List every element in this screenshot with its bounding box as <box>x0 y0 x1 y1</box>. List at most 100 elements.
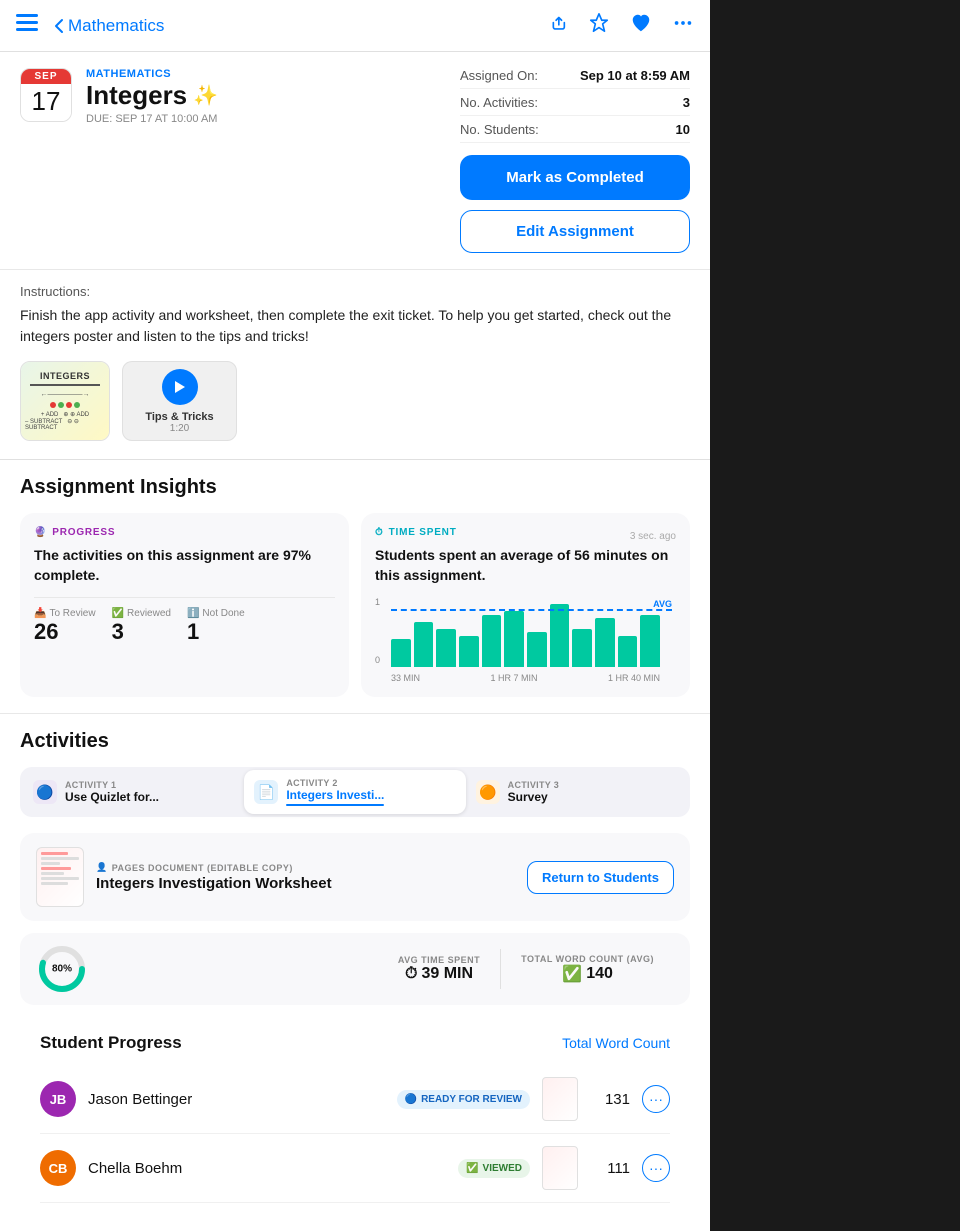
total-word-count-link[interactable]: Total Word Count <box>562 1035 670 1051</box>
assigned-on-label: Assigned On: <box>460 68 538 83</box>
student-name-chella: Chella Boehm <box>88 1160 446 1177</box>
activity-2-icon: 📄 <box>254 780 278 804</box>
time-ago: 3 sec. ago <box>630 531 676 542</box>
insights-grid: 🔮 PROGRESS The activities on this assign… <box>20 513 690 697</box>
edit-assignment-button[interactable]: Edit Assignment <box>460 210 690 253</box>
pin-icon[interactable] <box>588 12 610 39</box>
bar-5 <box>482 615 502 668</box>
activity-1-name: Use Quizlet for... <box>65 790 159 804</box>
activity-1-meta: ACTIVITY 1 Use Quizlet for... <box>65 780 159 804</box>
activities-value: 3 <box>683 95 690 110</box>
word-count-label: TOTAL WORD COUNT (AVG) <box>521 954 654 964</box>
activities-label: No. Activities: <box>460 95 538 110</box>
activity-2-meta: ACTIVITY 2 Integers Investi... <box>286 778 384 806</box>
assignment-title: Integers ✨ <box>86 80 440 111</box>
progress-stats-row: 📥 To Review 26 ✅ Reviewed 3 <box>34 597 335 645</box>
progress-main-text: The activities on this assignment are 97… <box>34 546 335 585</box>
status-icon-jason: 🔵 <box>405 1094 417 1105</box>
student-progress-title: Student Progress <box>40 1033 182 1053</box>
header-meta: MATHEMATICS Integers ✨ DUE: SEP 17 AT 10… <box>86 68 440 125</box>
activity-tab-1[interactable]: 🔵 ACTIVITY 1 Use Quizlet for... <box>23 770 244 814</box>
activity-3-number: ACTIVITY 3 <box>508 780 559 790</box>
word-count-stat: TOTAL WORD COUNT (AVG) ✅ 140 <box>501 954 674 984</box>
avg-time-value: ⏱ 39 MIN <box>405 965 473 983</box>
avg-time-label: AVG TIME SPENT <box>398 955 480 965</box>
student-doc-thumb-chella[interactable] <box>542 1146 578 1190</box>
cal-month: SEP <box>21 69 71 84</box>
to-review-stat: 📥 To Review 26 <box>34 608 96 645</box>
activities-row: No. Activities: 3 <box>460 95 690 116</box>
status-icon-chella: ✅ <box>466 1163 478 1174</box>
assigned-on-row: Assigned On: Sep 10 at 8:59 AM <box>460 68 690 89</box>
time-main-text: Students spent an average of 56 minutes … <box>375 546 676 585</box>
doc-thumbnail <box>36 847 84 907</box>
activity-3-name: Survey <box>508 790 559 804</box>
student-doc-thumb-jason[interactable] <box>542 1077 578 1121</box>
doc-info: 👤 PAGES DOCUMENT (EDITABLE COPY) Integer… <box>96 862 515 892</box>
axis-label-3: 1 HR 40 MIN <box>608 673 660 683</box>
bar-2 <box>414 622 434 668</box>
reviewed-value: 3 <box>112 619 171 645</box>
student-name-jason: Jason Bettinger <box>88 1091 385 1108</box>
sparkle-icon: ✨ <box>193 83 218 108</box>
play-button[interactable] <box>162 369 198 405</box>
activities-tabs: 🔵 ACTIVITY 1 Use Quizlet for... 📄 ACTIVI… <box>20 767 690 817</box>
activities-section: Activities 🔵 ACTIVITY 1 Use Quizlet for.… <box>0 713 710 1231</box>
bar-12 <box>640 615 660 668</box>
bar-8 <box>550 604 570 667</box>
bar-4 <box>459 636 479 668</box>
video-duration: 1:20 <box>170 423 189 434</box>
header-right: Assigned On: Sep 10 at 8:59 AM No. Activ… <box>460 68 690 253</box>
bar-7 <box>527 632 547 667</box>
time-label: ⏱ TIME SPENT <box>375 527 457 538</box>
avg-time-icon: ⏱ <box>405 965 417 983</box>
insights-title: Assignment Insights <box>20 476 690 499</box>
mark-complete-button[interactable]: Mark as Completed <box>460 155 690 200</box>
meta-info: Assigned On: Sep 10 at 8:59 AM No. Activ… <box>460 68 690 143</box>
activity-2-name: Integers Investi... <box>286 788 384 802</box>
doc-name: Integers Investigation Worksheet <box>96 875 515 892</box>
not-done-value: 1 <box>187 619 245 645</box>
students-value: 10 <box>676 122 690 137</box>
donut-section: 80% <box>36 943 378 995</box>
instructions-section: Instructions: Finish the app activity an… <box>0 270 710 347</box>
axis-label-1: 33 MIN <box>391 673 420 683</box>
time-card-header: ⏱ TIME SPENT 3 sec. ago <box>375 527 676 546</box>
activities-title: Activities <box>20 730 690 753</box>
reviewed-stat: ✅ Reviewed 3 <box>112 608 171 645</box>
word-count-value: ✅ 140 <box>562 964 613 984</box>
donut-chart: 80% <box>36 943 88 995</box>
activity-tab-3[interactable]: 🟠 ACTIVITY 3 Survey <box>466 770 687 814</box>
student-row-chella: CB Chella Boehm ✅ VIEWED 111 ··· <box>40 1134 670 1203</box>
activity-tab-2[interactable]: 📄 ACTIVITY 2 Integers Investi... <box>244 770 465 814</box>
student-progress-section: Student Progress Total Word Count JB Jas… <box>20 1021 690 1215</box>
heart-icon[interactable] <box>630 12 652 39</box>
back-button[interactable]: Mathematics <box>54 16 546 36</box>
not-done-label: ℹ️ Not Done <box>187 608 245 619</box>
avg-time-stat: AVG TIME SPENT ⏱ 39 MIN <box>378 955 500 983</box>
more-icon[interactable] <box>672 12 694 39</box>
progress-label: 🔮 PROGRESS <box>34 527 335 538</box>
student-menu-button-jason[interactable]: ··· <box>642 1085 670 1113</box>
to-review-value: 26 <box>34 619 96 645</box>
integers-poster-attachment[interactable]: INTEGERS ←—————→ + ADD ⊕ ⊕ ADD – SUBTRAC… <box>20 361 110 441</box>
tips-tricks-video-attachment[interactable]: Tips & Tricks 1:20 <box>122 361 237 441</box>
calendar-icon: SEP 17 <box>20 68 72 122</box>
student-menu-button-chella[interactable]: ··· <box>642 1154 670 1182</box>
due-date: DUE: SEP 17 AT 10:00 AM <box>86 113 440 125</box>
nav-actions <box>546 12 694 39</box>
share-icon[interactable] <box>546 12 568 39</box>
active-tab-underline <box>286 804 384 806</box>
doc-type-icon: 👤 <box>96 862 108 873</box>
student-status-chella: ✅ VIEWED <box>458 1159 530 1178</box>
sidebar-toggle-button[interactable] <box>16 14 38 37</box>
chart-axis: 33 MIN 1 HR 7 MIN 1 HR 40 MIN <box>379 671 672 683</box>
not-done-stat: ℹ️ Not Done 1 <box>187 608 245 645</box>
return-to-students-button[interactable]: Return to Students <box>527 861 674 894</box>
reviewed-label: ✅ Reviewed <box>112 608 171 619</box>
student-word-count-jason: 131 <box>590 1091 630 1108</box>
progress-card: 🔮 PROGRESS The activities on this assign… <box>20 513 349 697</box>
bar-3 <box>436 629 456 668</box>
bar-6 <box>504 611 524 667</box>
back-label: Mathematics <box>68 16 164 36</box>
